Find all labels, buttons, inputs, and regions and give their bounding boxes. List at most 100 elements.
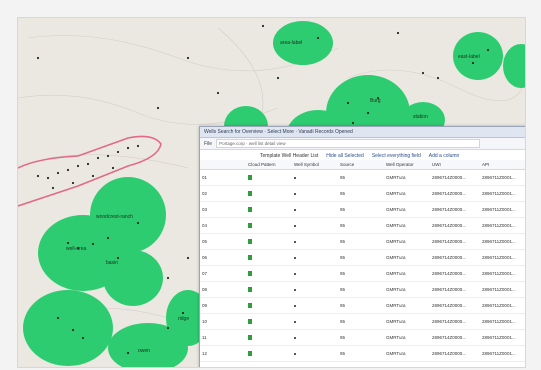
table-cell: 2896714Z0000... [430, 313, 480, 330]
table-cell: 2896711Z0001... [480, 233, 525, 250]
well-symbol [292, 281, 338, 298]
table-row[interactable]: 12 95 GMRTura 2896714Z0000... 2896711Z0001..… [200, 345, 525, 362]
table-row[interactable]: 13 95GMRTura2896714Z0000...2896711Z0001..… [200, 361, 525, 367]
table-row[interactable]: 02 95 GMRTura 2896714Z0000... 2896711Z0001..… [200, 185, 525, 202]
cloud-pattern-swatch [246, 345, 292, 362]
table-row[interactable]: 01 95 GMRTura 2896714Z0000... 2896711Z0001..… [200, 169, 525, 186]
well-symbol [292, 185, 338, 202]
table-cell: 09 [200, 297, 246, 314]
template-well-header-list[interactable]: Template Well Header List [260, 153, 318, 159]
table-cell: 12 [200, 345, 246, 362]
pattern-swatch-icon [248, 190, 252, 196]
column-header[interactable]: API [480, 160, 525, 170]
table-row[interactable]: 08 95 GMRTura 2896714Z0000... 2896711Z0001..… [200, 281, 525, 298]
well-table: Cloud Pattern Well Symbol Source Well Op… [200, 160, 525, 367]
table-cell: 95 [338, 249, 384, 266]
table-row[interactable]: 06 95 GMRTura 2896714Z0000... 2896711Z0001..… [200, 249, 525, 266]
table-cell: 95 [338, 201, 384, 218]
table-cell: 2896714Z0000... [430, 201, 480, 218]
table-cell: GMRTura [384, 185, 430, 202]
map-label: basin [106, 260, 118, 266]
well-symbol-icon [294, 273, 296, 275]
pattern-swatch-icon [248, 238, 252, 244]
column-header[interactable] [200, 160, 246, 170]
table-cell: 10 [200, 313, 246, 330]
table-cell: 2896714Z0000... [430, 345, 480, 362]
table-cell: 95 [338, 169, 384, 186]
well-symbol [292, 361, 338, 367]
well-symbol [292, 217, 338, 234]
cloud-pattern-swatch [246, 249, 292, 266]
table-cell: 2896714Z0000... [430, 233, 480, 250]
pattern-swatch-icon [248, 350, 252, 356]
table-cell: GMRTura [384, 169, 430, 186]
well-symbol-icon [294, 193, 296, 195]
well-symbol-icon [294, 353, 296, 355]
cloud-pattern-swatch [246, 201, 292, 218]
map-label: well-area [66, 246, 87, 252]
well-symbol [292, 201, 338, 218]
map-label: station [413, 114, 428, 120]
pattern-swatch-icon [248, 206, 252, 212]
column-header[interactable]: Well Operator [384, 160, 430, 170]
table-row[interactable]: 04 95 GMRTura 2896714Z0000... 2896711Z0001..… [200, 217, 525, 234]
table-cell: 95 [338, 265, 384, 282]
column-header[interactable]: Source [338, 160, 384, 170]
table-cell: 2896714Z0000... [430, 185, 480, 202]
column-header[interactable]: UWI [430, 160, 480, 170]
table-cell: GMRTura [384, 201, 430, 218]
table-row[interactable]: 05 95 GMRTura 2896714Z0000... 2896711Z0001..… [200, 233, 525, 250]
table-cell: 2896711Z0001... [480, 185, 525, 202]
cloud-pattern-swatch [246, 361, 292, 367]
well-area-west-3 [103, 250, 163, 306]
well-symbol [292, 297, 338, 314]
table-cell: 04 [200, 217, 246, 234]
well-symbol-icon [294, 241, 296, 243]
table-row[interactable]: 09 95 GMRTura 2896714Z0000... 2896711Z0001..… [200, 297, 525, 314]
column-header[interactable]: Cloud Pattern [246, 160, 292, 170]
hide-selected-link[interactable]: Hide all Selected [326, 153, 364, 159]
window-title: Wells Search for Overview · Select More … [200, 127, 525, 138]
well-symbol [292, 345, 338, 362]
url-field[interactable]: Portage.corp · well list detail view [216, 139, 481, 148]
table-cell: 02 [200, 185, 246, 202]
pattern-swatch-icon [248, 254, 252, 260]
file-menu[interactable]: File [204, 141, 212, 147]
table-cell: 95 [338, 217, 384, 234]
table-row[interactable]: 11 95 GMRTura 2896714Z0000... 2896711Z0001..… [200, 329, 525, 346]
well-list-window[interactable]: Wells Search for Overview · Select More … [199, 126, 525, 367]
table-cell: GMRTura [384, 265, 430, 282]
select-everything-link[interactable]: Select everything field [372, 153, 421, 159]
pattern-swatch-icon [248, 366, 252, 367]
table-header-row: Cloud Pattern Well Symbol Source Well Op… [200, 160, 525, 170]
table-cell: 2896711Z0001... [480, 249, 525, 266]
table-cell: GMRTura [384, 313, 430, 330]
table-cell: 95 [338, 185, 384, 202]
well-symbol [292, 169, 338, 186]
table-cell: 95 [338, 281, 384, 298]
table-cell: 95 [338, 313, 384, 330]
table-cell: 2896714Z0000... [430, 249, 480, 266]
table-cell: 2896711Z0001... [480, 297, 525, 314]
screenshot-frame: area-label east-label Burg station woodc… [17, 17, 526, 368]
add-column-link[interactable]: Add a column [429, 153, 460, 159]
table-cell: 2896711Z0001... [480, 361, 525, 367]
map-label: woodcrest-ranch [96, 214, 133, 220]
table-cell: GMRTura [384, 281, 430, 298]
pattern-swatch-icon [248, 286, 252, 292]
cloud-pattern-swatch [246, 265, 292, 282]
table-cell: 01 [200, 169, 246, 186]
pattern-swatch-icon [248, 318, 252, 324]
table-cell: 11 [200, 329, 246, 346]
cloud-pattern-swatch [246, 233, 292, 250]
table-cell: 2896714Z0000... [430, 265, 480, 282]
well-symbol-icon [294, 209, 296, 211]
table-cell: GMRTura [384, 361, 430, 367]
table-cell: 2896711Z0001... [480, 313, 525, 330]
column-header[interactable]: Well Symbol [292, 160, 338, 170]
table-row[interactable]: 03 95 GMRTura 2896714Z0000... 2896711Z0001..… [200, 201, 525, 218]
table-row[interactable]: 10 95 GMRTura 2896714Z0000... 2896711Z0001..… [200, 313, 525, 330]
table-cell: 07 [200, 265, 246, 282]
table-cell: 95 [338, 345, 384, 362]
table-row[interactable]: 07 95 GMRTura 2896714Z0000... 2896711Z0001..… [200, 265, 525, 282]
